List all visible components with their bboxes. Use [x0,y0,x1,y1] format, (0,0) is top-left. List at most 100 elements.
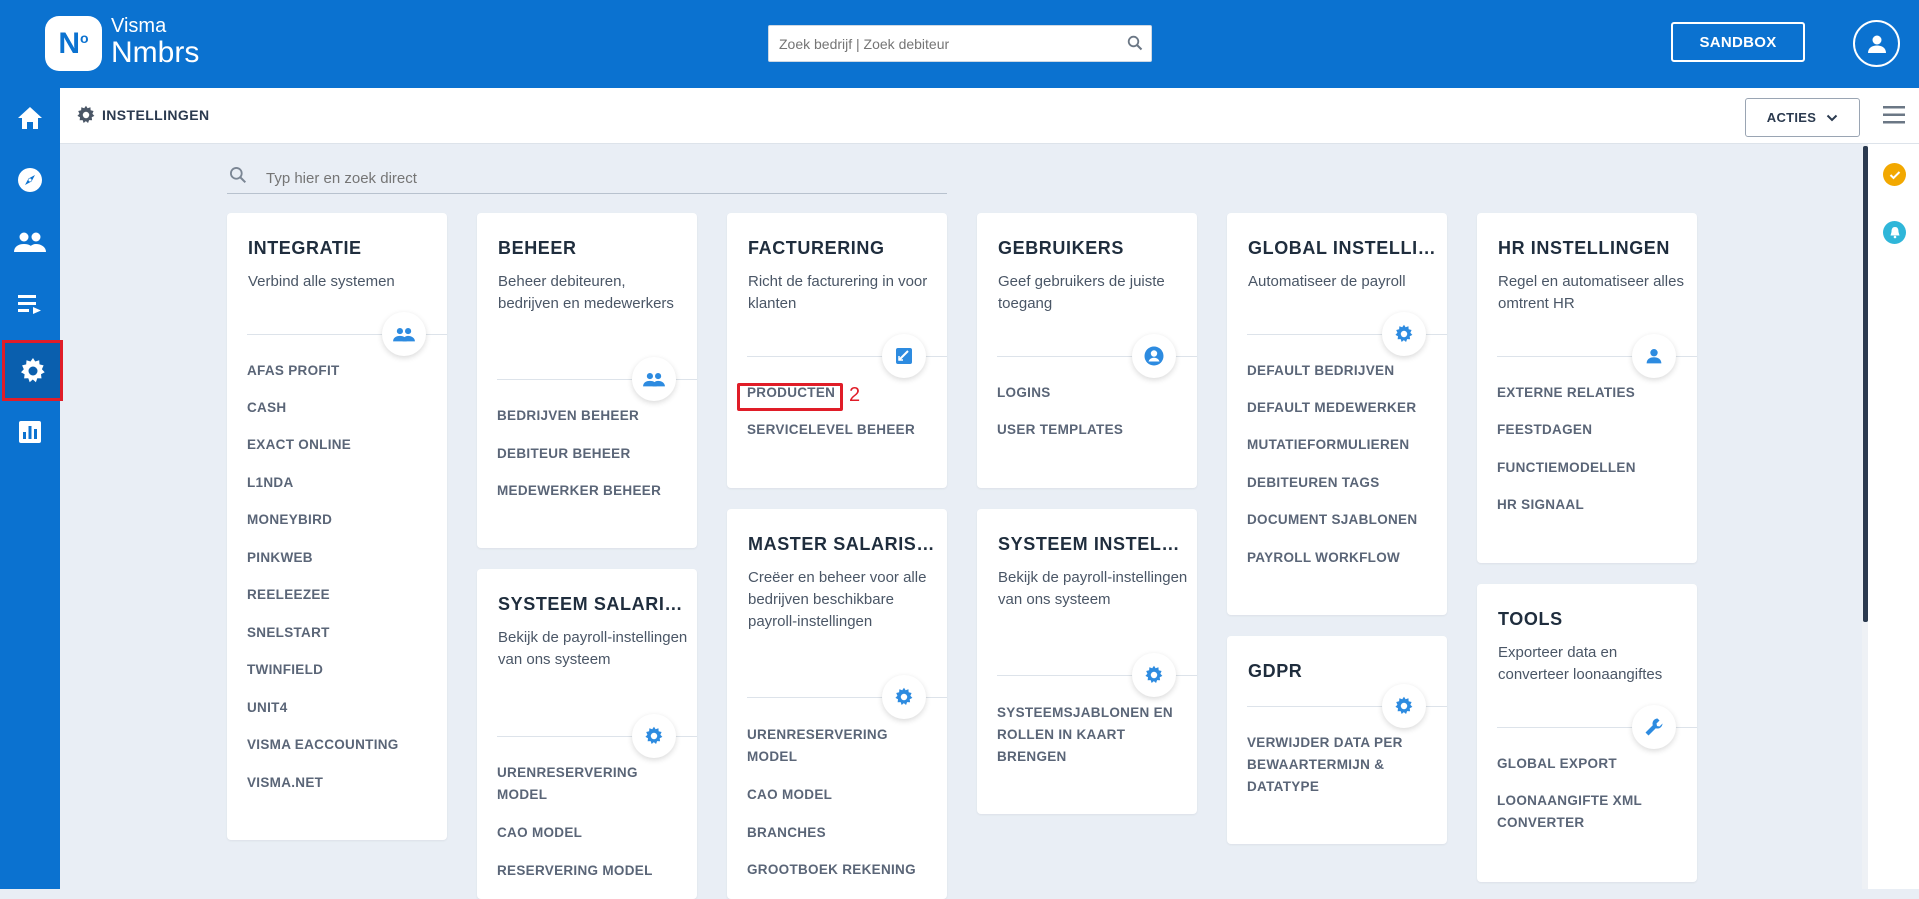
visma-nmbrs-logo[interactable]: No [45,16,102,71]
settings-filter-input[interactable] [266,166,926,190]
card-description: Exporteer data en converteer loonaangift… [1498,644,1663,683]
logo-line-visma: Visma [111,15,167,37]
card-master-salarisverwerking: MASTER SALARISVERWERKING Creëer en behee… [727,509,947,899]
link-externe-relaties[interactable]: EXTERNE RELATIES [1497,382,1692,404]
link-global-export[interactable]: GLOBAL EXPORT [1497,753,1692,775]
link-visma-net[interactable]: VISMA.NET [247,772,442,794]
card-description: Regel en automatiseer alles omtrent HR [1498,273,1684,312]
card-global-instellingen: GLOBAL INSTELLINGEN Automatiseer de payr… [1227,213,1447,615]
sidebar-item-runs[interactable] [0,274,60,334]
list-icon [18,295,41,314]
logo-superscript: o [80,29,89,46]
compass-icon [18,168,42,192]
link-exact-online[interactable]: EXACT ONLINE [247,434,442,456]
link-pinkweb[interactable]: PINKWEB [247,547,442,569]
sidebar [0,88,63,889]
scrollbar-thumb[interactable] [1863,146,1868,622]
sidebar-item-reports[interactable] [0,402,60,462]
link-debiteur-beheer[interactable]: DEBITEUR BEHEER [497,443,692,465]
link-cao-model[interactable]: CAO MODEL [747,784,942,806]
card-description: Creëer en beheer voor alle bedrijven bes… [748,569,927,630]
link-urenreservering-model[interactable]: URENRESERVERING MODEL [497,762,692,806]
card-title: HR INSTELLINGEN [1498,238,1671,258]
link-default-medewerker[interactable]: DEFAULT MEDEWERKER [1247,397,1442,419]
step-number: 2 [849,384,861,406]
card-description: Beheer debiteuren, bedrijven en medewerk… [498,273,674,312]
link-verwijder-data[interactable]: VERWIJDER DATA PER BEWAARTERMIJN & DATAT… [1247,732,1442,798]
people-icon [632,357,676,401]
link-document-sjablonen[interactable]: DOCUMENT SJABLONEN [1247,509,1442,531]
chevron-down-icon [1827,114,1838,121]
chart-icon [19,421,41,443]
user-icon [1867,35,1886,53]
link-snelstart[interactable]: SNELSTART [247,622,442,644]
link-debiteuren-tags[interactable]: DEBITEUREN TAGS [1247,472,1442,494]
link-default-bedrijven[interactable]: DEFAULT BEDRIJVEN [1247,360,1442,382]
link-loonaangifte-xml-converter[interactable]: LOONAANGIFTE XML CONVERTER [1497,790,1692,834]
card-beheer: BEHEER Beheer debiteuren, bedrijven en m… [477,213,697,548]
card-systeem-salarisverwerking: SYSTEEM SALARISVERWERKING Bekijk de payr… [477,569,697,899]
card-description: Geef gebruikers de juiste toegang [998,273,1165,312]
link-visma-eaccounting[interactable]: VISMA EACCOUNTING [247,734,442,756]
gear-icon [20,357,45,382]
settings-filter [227,160,947,194]
link-twinfield[interactable]: TWINFIELD [247,659,442,681]
gear-icon [1132,653,1176,697]
sidebar-item-home[interactable] [0,88,60,148]
card-title: GDPR [1248,661,1303,681]
company-search-input[interactable] [769,26,1151,61]
link-payroll-workflow[interactable]: PAYROLL WORKFLOW [1247,547,1442,569]
link-cao-model[interactable]: CAO MODEL [497,822,692,844]
card-tools: TOOLS Exporteer data en converteer loona… [1477,584,1697,882]
card-hr-instellingen: HR INSTELLINGEN Regel en automatiseer al… [1477,213,1697,563]
gear-icon [1382,684,1426,728]
menu-button[interactable] [1883,105,1905,130]
card-gdpr: GDPR VERWIJDER DATA PER BEWAARTERMIJN & … [1227,636,1447,844]
sidebar-item-explore[interactable] [0,150,60,210]
page-title: INSTELLINGEN [76,105,209,125]
actions-dropdown[interactable]: ACTIES [1745,98,1860,137]
gear-icon [77,105,95,123]
link-servicelevel-beheer[interactable]: SERVICELEVEL BEHEER [747,419,942,441]
sandbox-button[interactable]: SANDBOX [1671,22,1805,62]
link-hr-signaal[interactable]: HR SIGNAAL [1497,494,1692,516]
search-icon[interactable] [1127,35,1143,56]
link-grootboek-rekening[interactable]: GROOTBOEK REKENING [747,859,942,881]
link-user-templates[interactable]: USER TEMPLATES [997,419,1192,441]
link-cash[interactable]: CASH [247,397,442,419]
user-avatar-button[interactable] [1853,20,1900,67]
card-title: MASTER SALARISVERWERKING [748,534,936,554]
sidebar-item-settings[interactable] [2,340,63,401]
link-urenreservering-model[interactable]: URENRESERVERING MODEL [747,724,942,768]
image-edit-icon [882,334,926,378]
logo-line-nmbrs: Nmbrs [111,36,200,69]
link-bedrijven-beheer[interactable]: BEDRIJVEN BEHEER [497,405,692,427]
person-icon [1632,334,1676,378]
link-mutatieformulieren[interactable]: MUTATIEFORMULIEREN [1247,434,1442,456]
card-systeem-instellingen: SYSTEEM INSTELLINGEN Bekijk de payroll-i… [977,509,1197,814]
page-title-text: INSTELLINGEN [102,107,210,123]
link-functiemodellen[interactable]: FUNCTIEMODELLEN [1497,457,1692,479]
card-title: GLOBAL INSTELLINGEN [1248,238,1436,258]
link-feestdagen[interactable]: FEESTDAGEN [1497,419,1692,441]
link-logins[interactable]: LOGINS [997,382,1192,404]
sidebar-item-employees[interactable] [0,212,60,272]
notification-bell-icon[interactable] [1883,221,1906,244]
link-medewerker-beheer[interactable]: MEDEWERKER BEHEER [497,480,692,502]
link-unit4[interactable]: UNIT4 [247,697,442,719]
card-description: Verbind alle systemen [248,273,395,290]
card-title: GEBRUIKERS [998,238,1125,258]
link-reeleezee[interactable]: REELEEZEE [247,584,442,606]
card-description: Automatiseer de payroll [1248,273,1406,290]
link-moneybird[interactable]: MONEYBIRD [247,509,442,531]
link-branches[interactable]: BRANCHES [747,822,942,844]
actions-label: ACTIES [1766,110,1817,125]
link-afas-profit[interactable]: AFAS PROFIT [247,360,442,382]
link-l1nda[interactable]: L1NDA [247,472,442,494]
logo-mark: N [58,26,81,60]
link-reservering-model[interactable]: RESERVERING MODEL [497,860,692,882]
card-gebruikers: GEBRUIKERS Geef gebruikers de juiste toe… [977,213,1197,488]
checklist-icon[interactable] [1883,163,1906,186]
card-facturering: FACTURERING Richt de facturering in voor… [727,213,947,488]
link-systeemsjablonen[interactable]: SYSTEEMSJABLONEN EN ROLLEN IN KAART BREN… [997,702,1192,768]
